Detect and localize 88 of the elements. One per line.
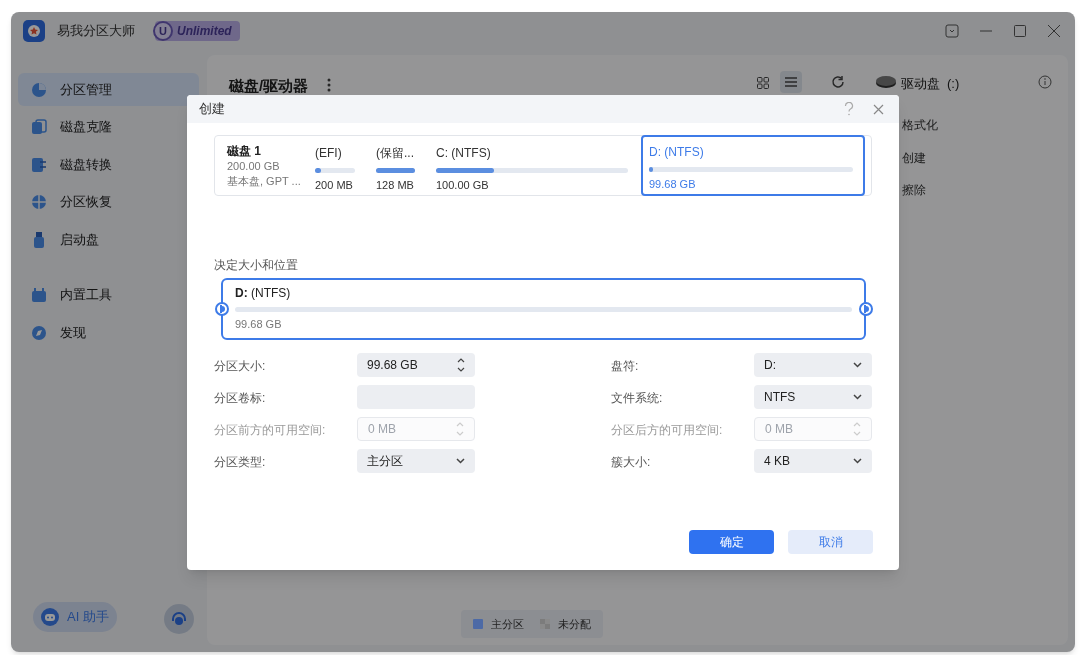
pie-chart-icon [30, 80, 48, 99]
field-label: 分区卷标: [214, 390, 266, 407]
dropdown-box-icon [945, 24, 959, 38]
badge-letter: U [153, 21, 173, 41]
legend-label: 主分区 [491, 616, 524, 632]
action-link[interactable]: 擦除 [902, 181, 926, 199]
section-label: 决定大小和位置 [214, 257, 298, 274]
headset-icon [170, 610, 188, 628]
field-label: 文件系统: [611, 390, 663, 407]
number-field: 0 MB [357, 417, 475, 441]
partition-block[interactable]: D: (NTFS) 99.68 GB [641, 135, 865, 196]
field-label: 盘符: [611, 358, 639, 375]
copy-icon [30, 118, 48, 136]
more-icon [327, 78, 331, 92]
number-field: 0 MB [754, 417, 872, 441]
drive-name: 驱动盘 [901, 75, 940, 93]
robot-icon [41, 608, 59, 626]
partition-size: 200 MB [315, 178, 354, 192]
sidebar-item[interactable]: 内置工具 [18, 278, 199, 312]
drive-letter: (:) [947, 75, 960, 93]
partition-block[interactable]: (EFI) 200 MB [307, 136, 367, 195]
field-label: 簇大小: [611, 454, 651, 471]
partition-resize-box[interactable]: D: (NTFS) 99.68 GB [221, 278, 866, 340]
grid-icon [757, 77, 769, 89]
sidebar-item[interactable]: 启动盘 [18, 223, 199, 256]
partition-block[interactable]: (保留... 128 MB [368, 136, 427, 195]
maximize-icon [1013, 24, 1027, 38]
list-view-button[interactable] [780, 71, 802, 93]
help-icon [844, 102, 854, 116]
resize-handle-icon [859, 302, 873, 316]
sidebar-item[interactable]: 发现 [18, 316, 199, 349]
toolbox-icon [30, 286, 48, 304]
refresh-icon [831, 75, 845, 89]
partition-size: 99.68 GB [649, 177, 697, 191]
number-field[interactable]: 99.68 GB [357, 353, 475, 377]
spinner-arrows-icon [456, 421, 464, 437]
partition-label: C: (NTFS) [436, 145, 492, 161]
panel-title: 磁盘/驱动器 [229, 76, 309, 96]
app-logo-icon [23, 20, 45, 42]
dialog-title: 创建 [199, 100, 225, 119]
field-label: 分区后方的可用空间: [611, 422, 723, 439]
partition-filesystem: (NTFS) [251, 286, 291, 300]
disk-drive-icon [875, 75, 897, 89]
document-icon [30, 155, 48, 174]
disc-icon [30, 193, 48, 211]
chevron-down-icon [456, 458, 465, 464]
chevron-down-icon [853, 458, 862, 464]
field-label: 分区类型: [214, 454, 266, 471]
app-title: 易我分区大师 [57, 22, 135, 41]
support-button[interactable] [164, 604, 194, 634]
disk-name: 磁盘 1 [227, 143, 262, 159]
sidebar-item[interactable]: 磁盘克隆 [18, 110, 199, 144]
info-icon [1038, 75, 1052, 89]
chevron-down-icon [853, 362, 862, 368]
partition-size: 99.68 GB [235, 317, 283, 331]
disk-size: 200.00 GB [227, 159, 281, 173]
refresh-button[interactable] [829, 73, 847, 91]
dropdown[interactable]: NTFS [754, 385, 872, 409]
confirm-button[interactable]: 确定 [689, 530, 774, 554]
partition-label: (保留... [376, 145, 415, 161]
field-label: 分区前方的可用空间: [214, 422, 326, 439]
legend-label: 未分配 [558, 616, 591, 632]
chevron-down-icon [853, 394, 862, 400]
partition-size: 128 MB [376, 178, 415, 192]
list-icon [785, 77, 797, 87]
action-link[interactable]: 创建 [902, 148, 926, 167]
dropdown[interactable]: D: [754, 353, 872, 377]
compass-icon [30, 323, 48, 342]
sidebar-item[interactable]: 磁盘转换 [18, 148, 199, 181]
dropdown[interactable]: 主分区 [357, 449, 475, 473]
disk-info: 基本盘, GPT ... [227, 174, 301, 189]
dropdown[interactable]: 4 KB [754, 449, 872, 473]
field-label: 分区大小: [214, 358, 266, 375]
resize-handle-icon [215, 302, 229, 316]
close-icon [873, 104, 884, 115]
sidebar-item[interactable]: 分区管理 [18, 73, 199, 106]
spinner-arrows-icon [457, 357, 465, 373]
partition-size: 100.00 GB [436, 178, 490, 192]
close-icon [1047, 24, 1061, 38]
action-link[interactable]: 格式化 [902, 116, 938, 134]
spinner-arrows-icon [853, 421, 861, 437]
partition-block[interactable]: C: (NTFS) 100.00 GB [428, 136, 640, 195]
partition-label: (EFI) [315, 145, 343, 161]
partition-letter: D: [235, 286, 248, 300]
partition-label: D: (NTFS) [649, 144, 705, 160]
sidebar-item[interactable]: 分区恢复 [18, 185, 199, 219]
badge-text: Unlimited [177, 23, 232, 40]
cancel-button[interactable]: 取消 [788, 530, 873, 554]
